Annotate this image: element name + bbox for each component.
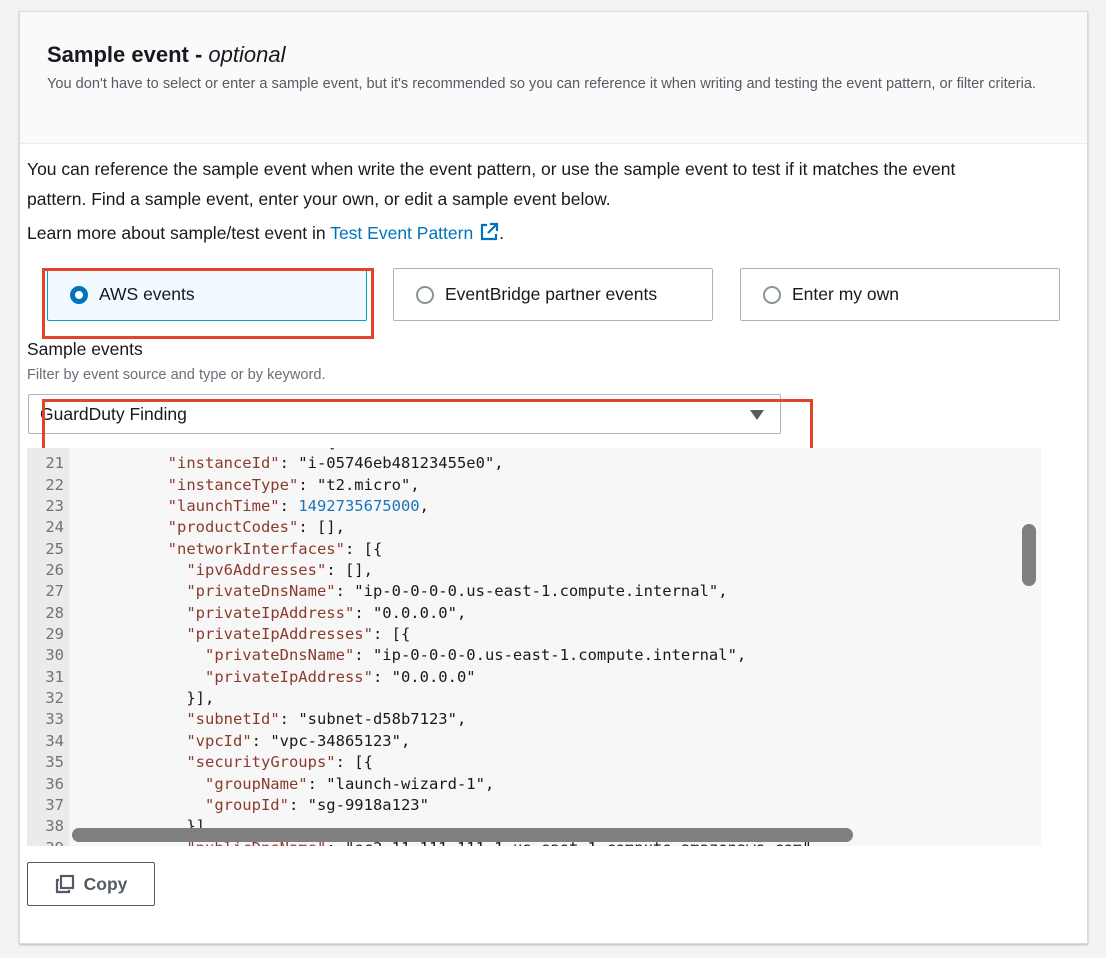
code-text: "groupName": "launch-wizard-1",: [204, 774, 495, 793]
code-text: "networkInterfaces": [{: [167, 539, 383, 558]
code-line: 21 "instanceId": "i-05746eb48123455e0",: [27, 453, 1041, 474]
line-number: 22: [45, 475, 64, 494]
tile-label: AWS events: [99, 284, 195, 304]
copy-button[interactable]: Copy: [27, 862, 155, 906]
copy-button-label: Copy: [83, 873, 128, 894]
line-number: 33: [45, 710, 64, 729]
code-line: 29 "privateIpAddresses": [{: [27, 624, 1041, 645]
intro-text: You can reference the sample event when …: [27, 159, 956, 209]
learn-more-suffix: .: [499, 223, 505, 243]
title-optional-tag: optional: [208, 42, 286, 67]
code-editor[interactable]: 20 "instanceDetails": {21 "instanceId": …: [27, 448, 1041, 846]
code-line: 30 "privateDnsName": "ip-0-0-0-0.us-east…: [27, 645, 1041, 666]
code-line: 35 "securityGroups": [{: [27, 752, 1041, 773]
radio-enter-my-own[interactable]: [763, 285, 781, 304]
code-text: "vpcId": "vpc-34865123",: [186, 731, 411, 750]
code-line: 28 "privateIpAddress": "0.0.0.0",: [27, 603, 1041, 624]
code-text: "privateIpAddress": "0.0.0.0",: [186, 603, 467, 622]
line-number: 30: [45, 646, 64, 665]
line-number: 31: [45, 667, 64, 686]
line-number: 35: [45, 753, 64, 772]
line-number: 25: [45, 539, 64, 558]
code-text: "privateIpAddresses": [{: [186, 625, 411, 644]
tile-label: Enter my own: [792, 284, 899, 304]
code-text: "groupId": "sg-9918a123": [204, 795, 429, 814]
line-number: 34: [45, 731, 64, 750]
tile-enter-my-own[interactable]: Enter my own: [740, 268, 1060, 321]
line-number: 24: [45, 518, 64, 537]
vertical-scrollbar[interactable]: [1022, 524, 1036, 586]
code-text: "productCodes": [],: [167, 518, 345, 537]
line-number: 28: [45, 603, 64, 622]
line-number: 21: [45, 454, 64, 473]
sample-events-label: Sample events: [27, 339, 143, 359]
line-number: 37: [45, 795, 64, 814]
code-line: 22 "instanceType": "t2.micro",: [27, 475, 1041, 496]
tile-aws-events[interactable]: AWS events: [47, 268, 367, 321]
code-line: 27 "privateDnsName": "ip-0-0-0-0.us-east…: [27, 581, 1041, 602]
caret-down-icon: [750, 410, 764, 420]
code-text: "subnetId": "subnet-d58b7123",: [186, 710, 467, 729]
code-line: 24 "productCodes": [],: [27, 517, 1041, 538]
code-lines: 20 "instanceDetails": {21 "instanceId": …: [27, 448, 1041, 846]
code-text: "securityGroups": [{: [186, 753, 373, 772]
code-text: "privateDnsName": "ip-0-0-0-0.us-east-1.…: [186, 582, 728, 601]
line-number: 27: [45, 582, 64, 601]
line-number: 29: [45, 625, 64, 644]
line-number: 39: [27, 838, 64, 846]
code-line: 25 "networkInterfaces": [{: [27, 539, 1041, 560]
code-text: "ipv6Addresses": [],: [186, 561, 373, 580]
code-line: 26 "ipv6Addresses": [],: [27, 560, 1041, 581]
code-line: 33 "subnetId": "subnet-d58b7123",: [27, 709, 1041, 730]
tile-label: EventBridge partner events: [445, 284, 658, 304]
line-number: 23: [45, 497, 64, 516]
select-value: GuardDuty Finding: [40, 403, 187, 424]
sample-events-hint: Filter by event source and type or by ke…: [27, 367, 326, 383]
line-number: 32: [45, 689, 64, 708]
code-text: "instanceType": "t2.micro",: [167, 475, 420, 494]
code-line: 34 "vpcId": "vpc-34865123",: [27, 731, 1041, 752]
learn-more-prefix: Learn more about sample/test event in: [27, 223, 331, 243]
panel-header: Sample event - optional You don't have t…: [20, 12, 1087, 144]
sample-events-select[interactable]: GuardDuty Finding: [28, 394, 781, 434]
test-event-pattern-link[interactable]: Test Event Pattern: [330, 222, 499, 243]
code-line: 23 "launchTime": 1492735675000,: [27, 496, 1041, 517]
code-text: "privateIpAddress": "0.0.0.0": [204, 667, 476, 686]
radio-aws-events[interactable]: [70, 285, 88, 304]
tile-eventbridge-partner-events[interactable]: EventBridge partner events: [393, 268, 713, 321]
line-number: 36: [45, 774, 64, 793]
code-line: 31 "privateIpAddress": "0.0.0.0": [27, 667, 1041, 688]
title-text: Sample event -: [47, 42, 209, 67]
panel-description: You don't have to select or enter a samp…: [47, 76, 1037, 92]
link-label: Test Event Pattern: [330, 223, 474, 243]
code-text: }],: [93, 689, 215, 708]
line-number: 38: [45, 817, 64, 836]
code-line: 36 "groupName": "launch-wizard-1",: [27, 774, 1041, 795]
horizontal-scrollbar[interactable]: [72, 828, 853, 842]
code-line: 32 }],: [27, 688, 1041, 709]
line-number: 26: [45, 561, 64, 580]
copy-icon: [55, 874, 74, 894]
code-text: "instanceId": "i-05746eb48123455e0",: [167, 454, 504, 473]
external-link-icon: [481, 222, 499, 241]
learn-more-text: Learn more about sample/test event in Te…: [27, 218, 504, 248]
page-title: Sample event - optional: [47, 40, 1087, 70]
code-text: "privateDnsName": "ip-0-0-0-0.us-east-1.…: [204, 646, 747, 665]
code-line: 37 "groupId": "sg-9918a123": [27, 795, 1041, 816]
radio-eventbridge-partner-events[interactable]: [416, 285, 434, 304]
code-text: "launchTime": 1492735675000,: [167, 497, 429, 516]
